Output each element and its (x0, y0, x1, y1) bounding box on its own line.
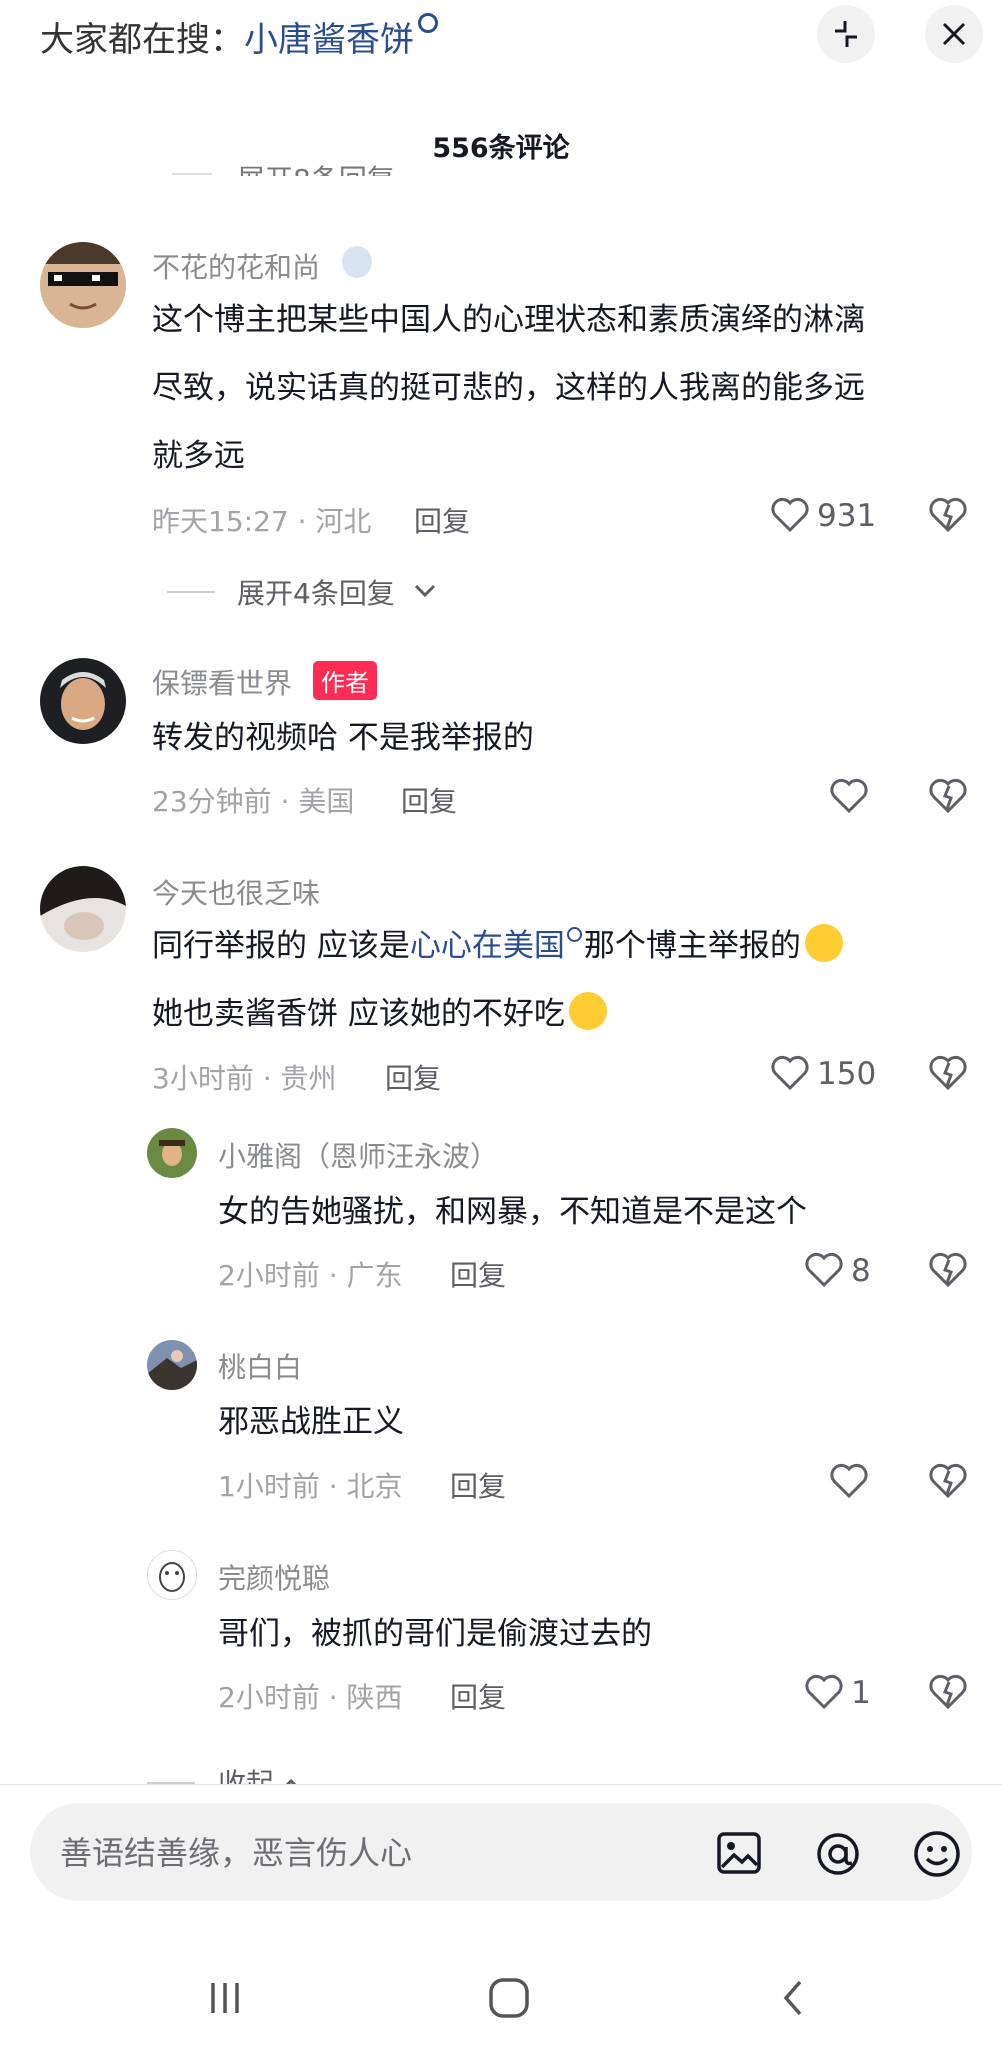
reply-button[interactable]: 回复 (414, 500, 470, 540)
collapse-replies-link[interactable]: 收起 (218, 1762, 303, 1784)
reply-username[interactable]: 小雅阁（恩师汪永波） (218, 1135, 498, 1175)
reply-button[interactable]: 回复 (401, 780, 457, 820)
reply-text: 哥们，被抓的哥们是偷渡过去的 (218, 1616, 652, 1652)
input-divider (0, 1784, 1002, 1785)
comment-text-line: 这个博主把某些中国人的心理状态和素质演绎的淋漓 (152, 302, 865, 338)
comment-meta: 3小时前 · 贵州 (152, 1062, 337, 1095)
author-badge: 作者 (313, 661, 377, 700)
divider-line (167, 591, 215, 593)
nav-recents-icon[interactable] (205, 1978, 245, 2018)
comment-text-line: 就多远 (152, 438, 245, 474)
reply-meta: 2小时前 · 广东 (218, 1259, 403, 1292)
avatar-image (40, 866, 126, 952)
heart-icon[interactable] (804, 1252, 844, 1288)
comment-username[interactable]: 今天也很乏味 (152, 872, 320, 912)
comment-meta: 23分钟前 · 美国 (152, 785, 355, 818)
comment-text-part: 同行举报的 应该是 (152, 928, 410, 964)
avatar[interactable] (147, 1550, 197, 1600)
heart-icon[interactable] (829, 1463, 869, 1499)
avatar-image (147, 1340, 197, 1390)
avatar-image (147, 1128, 197, 1178)
expand-replies-link[interactable]: 展开4条回复 (237, 572, 395, 612)
reply-meta: 1小时前 · 北京 (218, 1470, 403, 1503)
comment-text-line: 尽致，说实话真的挺可悲的，这样的人我离的能多远 (152, 370, 865, 406)
comment-meta: 昨天15:27 · 河北 (152, 505, 372, 538)
like-count: 1 (851, 1675, 871, 1711)
comment-text-line: 她也卖酱香饼 应该她的不好吃 (152, 980, 607, 1048)
heart-icon[interactable] (829, 778, 869, 814)
reply-button[interactable]: 回复 (450, 1465, 506, 1505)
dislike-heart-icon[interactable] (928, 1252, 968, 1288)
dislike-heart-icon[interactable] (928, 1055, 968, 1091)
nav-back-icon[interactable] (778, 1978, 808, 2018)
comment-text-line: 转发的视频哈 不是我举报的 (152, 720, 534, 756)
avatar[interactable] (147, 1128, 197, 1178)
search-suggestion[interactable]: 大家都在搜：小唐酱香饼 (40, 12, 438, 61)
chevron-up-icon (285, 1778, 297, 1784)
reply-text: 女的告她骚扰，和网暴，不知道是不是这个 (218, 1194, 807, 1230)
laugh-cry-emoji-icon (568, 992, 607, 1030)
expand-text: 展开8条回复 (237, 163, 395, 176)
avatar[interactable] (40, 866, 126, 952)
avatar-image (40, 658, 126, 744)
heart-icon[interactable] (770, 497, 810, 533)
heart-icon[interactable] (804, 1674, 844, 1710)
dislike-heart-icon[interactable] (928, 778, 968, 814)
comment-username[interactable]: 不花的花和尚 (152, 246, 320, 286)
dislike-heart-icon[interactable] (928, 497, 968, 533)
expand-replies-link[interactable]: 展开8条回复 (237, 158, 395, 176)
collapse-button[interactable] (817, 5, 875, 63)
comment-text-part: 她也卖酱香饼 应该她的不好吃 (152, 996, 565, 1032)
divider-line (172, 173, 212, 175)
comment-input-placeholder: 善语结善缘，恶言伤人心 (60, 1834, 413, 1872)
chevron-down-icon (414, 584, 436, 598)
search-link[interactable]: 心心在美国 (410, 928, 565, 964)
avatar[interactable] (40, 242, 126, 328)
at-icon[interactable] (814, 1831, 862, 1877)
reply-username[interactable]: 完颜悦聪 (218, 1557, 330, 1597)
emoji-icon[interactable] (913, 1830, 961, 1878)
avatar[interactable] (147, 1340, 197, 1390)
top-bar: 大家都在搜：小唐酱香饼 (0, 0, 1002, 70)
comment-count-title: 556条评论 (432, 133, 570, 164)
close-icon (942, 22, 966, 46)
avatar-image (40, 242, 126, 328)
comment-username[interactable]: 保镖看世界 (152, 662, 292, 702)
avatar-image (148, 1551, 196, 1599)
reply-meta: 2小时前 · 陕西 (218, 1681, 403, 1714)
dislike-heart-icon[interactable] (928, 1463, 968, 1499)
system-nav-bar (0, 1930, 1002, 2048)
like-count: 150 (817, 1056, 877, 1092)
search-icon (566, 927, 582, 942)
close-button[interactable] (925, 5, 983, 63)
collapse-icon (835, 21, 857, 47)
avatar[interactable] (40, 658, 126, 744)
like-count: 931 (817, 498, 877, 534)
comment-text-part: 那个博主举报的 (583, 928, 801, 964)
dislike-heart-icon[interactable] (928, 1674, 968, 1710)
like-count: 8 (851, 1253, 871, 1289)
reply-username[interactable]: 桃白白 (218, 1346, 302, 1386)
search-icon (418, 13, 438, 33)
reply-text: 邪恶战胜正义 (218, 1404, 404, 1440)
expand-text: 展开4条回复 (237, 577, 395, 610)
reply-button[interactable]: 回复 (450, 1254, 506, 1294)
image-icon[interactable] (716, 1831, 762, 1875)
nav-home-icon[interactable] (487, 1976, 531, 2020)
search-prefix: 大家都在搜： (40, 20, 244, 60)
user-badge-icon (342, 246, 372, 278)
search-keyword[interactable]: 小唐酱香饼 (244, 20, 414, 60)
collapse-text: 收起 (218, 1767, 275, 1784)
laugh-cry-emoji-icon (804, 924, 843, 962)
reply-button[interactable]: 回复 (385, 1057, 441, 1097)
comment-text-line: 同行举报的 应该是心心在美国 那个博主举报的 (152, 912, 843, 980)
reply-button[interactable]: 回复 (450, 1676, 506, 1716)
heart-icon[interactable] (770, 1055, 810, 1091)
